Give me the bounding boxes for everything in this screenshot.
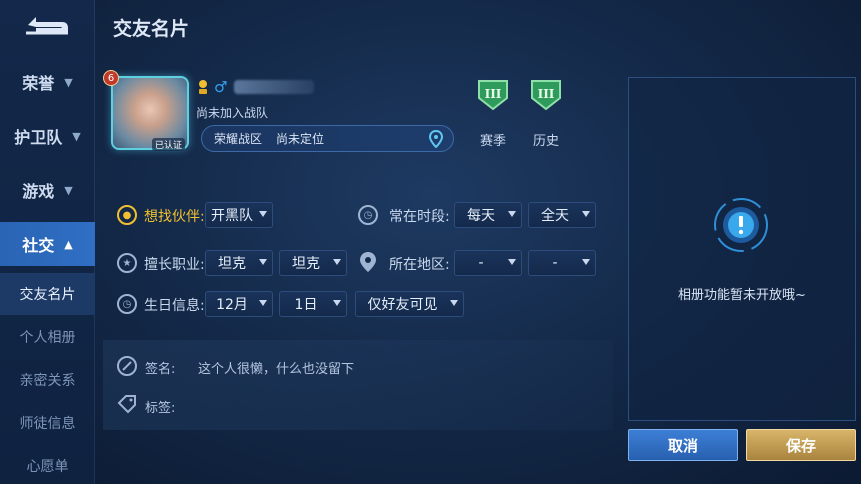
history-rank-medal-icon[interactable]: III <box>529 78 563 112</box>
chevron-down-icon <box>259 300 267 306</box>
birth-day-value: 1日 <box>294 297 318 313</box>
clock-icon: ◷ <box>358 205 378 225</box>
role-select-1[interactable]: 坦克 <box>205 250 273 276</box>
signature-label: 签名: <box>145 362 176 377</box>
birth-month-select[interactable]: 12月 <box>205 291 273 317</box>
album-message: 相册功能暂未开放哦~ <box>678 288 806 303</box>
male-icon: ♂ <box>214 78 228 96</box>
sidebar-item-wishlist[interactable]: 心愿单 <box>0 445 95 484</box>
back-arrow-icon[interactable] <box>22 12 72 38</box>
sidebar-item-intimacy[interactable]: 亲密关系 <box>0 359 95 401</box>
time-range-select[interactable]: 全天 <box>528 202 596 228</box>
save-button[interactable]: 保存 <box>746 429 856 461</box>
sidebar-item-album[interactable]: 个人相册 <box>0 316 95 358</box>
signature-area <box>103 340 613 430</box>
sidebar-item-friend-card[interactable]: 交友名片 <box>0 273 95 315</box>
signature-input[interactable]: 这个人很懒，什么也没留下 <box>198 358 354 377</box>
medal-numeral: III <box>485 87 502 101</box>
season-rank-medal-icon[interactable]: III <box>476 78 510 112</box>
chevron-down-icon <box>582 211 590 217</box>
birthday-clock-icon: ◷ <box>117 294 137 314</box>
region-2-value: - <box>552 255 558 271</box>
player-name-blurred <box>234 80 314 94</box>
chevron-down-icon: ▼ <box>72 129 81 143</box>
time-label: 常在时段: <box>389 209 450 225</box>
region-select-2[interactable]: - <box>528 250 596 276</box>
sidebar-item-label: 亲密关系 <box>19 373 76 389</box>
notice-icon <box>714 198 768 252</box>
sidebar-category-label: 护卫队 <box>14 128 63 147</box>
role-1-value: 坦克 <box>218 256 246 272</box>
season-label[interactable]: 赛季 <box>480 130 506 149</box>
birth-visibility-value: 仅好友可见 <box>367 297 438 313</box>
partner-select[interactable]: 开黑队 <box>205 202 273 228</box>
cancel-button[interactable]: 取消 <box>628 429 738 461</box>
sidebar-item-label: 心愿单 <box>26 459 69 475</box>
role-label: 擅长职业: <box>144 257 205 273</box>
time-range-value: 全天 <box>541 208 569 224</box>
zone-label: 荣耀战区 <box>214 132 263 146</box>
region-label: 所在地区: <box>389 257 450 273</box>
partner-select-value: 开黑队 <box>211 208 253 224</box>
role-select-2[interactable]: 坦克 <box>279 250 347 276</box>
level-badge: 6 <box>103 70 119 86</box>
chevron-up-icon: ▲ <box>64 237 73 251</box>
chevron-down-icon <box>450 300 458 306</box>
sidebar-category-guard[interactable]: 护卫队 ▼ <box>0 114 95 158</box>
sidebar-category-social[interactable]: 社交 ▲ <box>0 222 95 266</box>
pen-icon <box>117 356 137 376</box>
chevron-down-icon <box>259 259 267 265</box>
region-select-1[interactable]: - <box>454 250 522 276</box>
sidebar-category-label: 游戏 <box>22 182 55 201</box>
honor-icon <box>199 80 207 94</box>
sidebar-category-game[interactable]: 游戏 ▼ <box>0 168 95 212</box>
sidebar-category-honor[interactable]: 荣誉 ▼ <box>0 60 95 104</box>
location-bar[interactable]: 荣耀战区 尚未定位 <box>201 125 454 152</box>
medal-numeral: III <box>538 87 555 101</box>
chevron-down-icon <box>259 211 267 217</box>
location-pin-icon[interactable] <box>429 130 443 148</box>
team-status: 尚未加入战队 <box>196 106 269 120</box>
sidebar: 荣誉 ▼ 护卫队 ▼ 游戏 ▼ 社交 ▲ 交友名片 个人相册 亲密关系 师徒信息… <box>0 0 95 484</box>
star-icon: ★ <box>117 253 137 273</box>
sidebar-item-label: 交友名片 <box>19 287 76 303</box>
tags-label: 标签: <box>145 401 176 416</box>
chevron-down-icon <box>508 211 516 217</box>
time-day-value: 每天 <box>467 208 495 224</box>
time-day-select[interactable]: 每天 <box>454 202 522 228</box>
birth-month-value: 12月 <box>216 297 248 313</box>
avatar-rank-tag: 已认证 <box>152 138 186 151</box>
map-pin-icon <box>360 252 376 272</box>
sidebar-item-mentor[interactable]: 师徒信息 <box>0 402 95 444</box>
chevron-down-icon <box>582 259 590 265</box>
location-label: 尚未定位 <box>276 132 325 146</box>
sidebar-item-label: 师徒信息 <box>19 416 76 432</box>
birth-day-select[interactable]: 1日 <box>279 291 347 317</box>
partner-icon: ● <box>117 205 137 225</box>
chevron-down-icon <box>508 259 516 265</box>
sidebar-item-label: 个人相册 <box>19 330 76 346</box>
chevron-down-icon <box>333 259 341 265</box>
birth-visibility-select[interactable]: 仅好友可见 <box>355 291 464 317</box>
chevron-down-icon <box>333 300 341 306</box>
page-title: 交友名片 <box>113 18 190 40</box>
region-1-value: - <box>478 255 484 271</box>
history-label[interactable]: 历史 <box>533 130 559 149</box>
chevron-down-icon: ▼ <box>64 183 73 197</box>
partner-label: 想找伙伴: <box>144 209 205 225</box>
tag-icon <box>117 395 136 414</box>
sidebar-category-label: 荣誉 <box>22 74 55 93</box>
chevron-down-icon: ▼ <box>64 75 73 89</box>
sidebar-category-label: 社交 <box>22 236 55 255</box>
birthday-label: 生日信息: <box>144 298 205 314</box>
role-2-value: 坦克 <box>292 256 320 272</box>
